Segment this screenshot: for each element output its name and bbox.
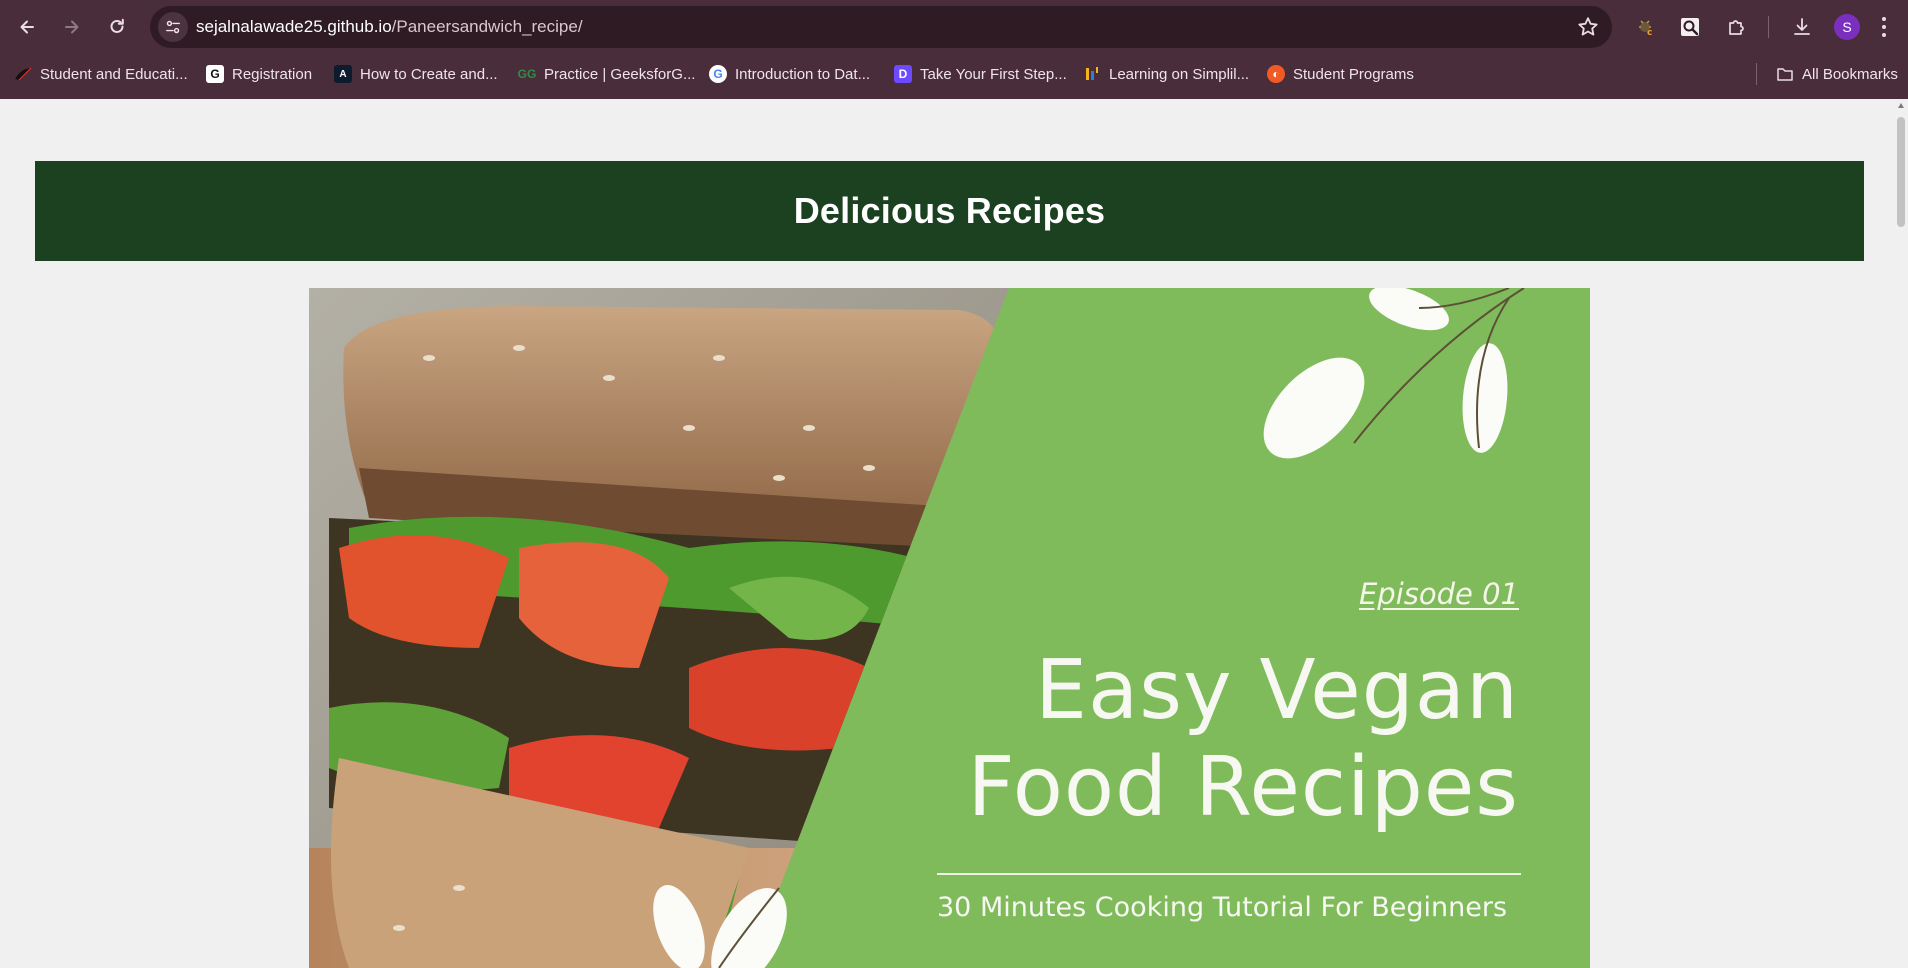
simplilearn-favicon bbox=[1083, 65, 1101, 83]
search-lens-icon bbox=[1681, 18, 1699, 36]
url-host: sejalnalawade25.github.io bbox=[196, 17, 392, 36]
bookmark-how-to-create[interactable]: A How to Create and... bbox=[334, 62, 498, 86]
bookmark-student-education[interactable]: Student and Educati... bbox=[14, 62, 188, 86]
search-lens-button[interactable] bbox=[1676, 13, 1704, 41]
toolbar-separator bbox=[1768, 16, 1769, 38]
site-info-icon bbox=[166, 20, 180, 34]
forward-button[interactable] bbox=[56, 11, 88, 43]
bookmark-label: Introduction to Dat... bbox=[735, 65, 871, 83]
hero-title-line2: Food Recipes bbox=[967, 740, 1519, 835]
hero-banner: Episode 01 Easy Vegan Food Recipes 30 Mi… bbox=[309, 288, 1590, 968]
star-icon[interactable] bbox=[1576, 15, 1600, 39]
bookmark-introduction-data[interactable]: G Introduction to Dat... bbox=[709, 62, 870, 86]
gfg-favicon: GG bbox=[517, 67, 537, 81]
hero-subtitle: 30 Minutes Cooking Tutorial For Beginner… bbox=[937, 892, 1508, 923]
student-programs-favicon: ◐ bbox=[1267, 65, 1285, 83]
sandwich-photo bbox=[309, 288, 1525, 968]
puzzle-button[interactable] bbox=[1722, 13, 1750, 41]
google-favicon: G bbox=[709, 65, 727, 83]
bookmark-label: Student and Educati... bbox=[40, 65, 188, 83]
all-bookmarks[interactable]: All Bookmarks bbox=[1776, 62, 1898, 86]
kebab-menu-icon[interactable] bbox=[1878, 14, 1890, 40]
profile-avatar[interactable]: S bbox=[1834, 14, 1860, 40]
download-button[interactable] bbox=[1788, 13, 1816, 41]
bookmark-registration[interactable]: G Registration bbox=[206, 62, 312, 86]
extension-icon: c bbox=[1639, 20, 1652, 38]
episode-label: Episode 01 bbox=[1358, 577, 1519, 611]
site-header: Delicious Recipes bbox=[35, 161, 1864, 261]
page-scrollbar[interactable] bbox=[1894, 99, 1908, 968]
svg-text:c: c bbox=[1647, 28, 1652, 38]
bookmark-label: How to Create and... bbox=[360, 65, 498, 83]
url-text[interactable]: sejalnalawade25.github.io/Paneersandwich… bbox=[196, 17, 583, 37]
bookmarks-bar: Student and Educati... G Registration A … bbox=[0, 58, 1908, 90]
bookmark-geeksforgeeks[interactable]: GG Practice | GeeksforG... bbox=[517, 62, 696, 86]
bookmark-label: Practice | GeeksforG... bbox=[544, 65, 696, 83]
page-title: Delicious Recipes bbox=[793, 190, 1106, 231]
folder-icon bbox=[1776, 65, 1794, 83]
reload-button[interactable] bbox=[101, 11, 133, 43]
browser-toolbar: sejalnalawade25.github.io/Paneersandwich… bbox=[0, 0, 1908, 54]
bookmark-student-programs[interactable]: ◐ Student Programs bbox=[1267, 62, 1414, 86]
g-favicon: G bbox=[206, 65, 224, 83]
back-button[interactable] bbox=[11, 11, 43, 43]
bookmark-label: Student Programs bbox=[1293, 65, 1414, 83]
student-favicon bbox=[14, 65, 32, 83]
scroll-thumb[interactable] bbox=[1897, 117, 1905, 227]
hero-divider bbox=[937, 873, 1521, 875]
hero-title-line1: Easy Vegan bbox=[1035, 643, 1519, 738]
address-bar[interactable]: sejalnalawade25.github.io/Paneersandwich… bbox=[150, 6, 1612, 48]
bookmark-label: Learning on Simplil... bbox=[1109, 65, 1250, 83]
url-path: /Paneersandwich_recipe/ bbox=[391, 17, 583, 36]
forward-icon bbox=[65, 20, 79, 34]
back-icon bbox=[20, 20, 34, 34]
browser-chrome: sejalnalawade25.github.io/Paneersandwich… bbox=[0, 0, 1908, 99]
site-info-button[interactable] bbox=[158, 12, 188, 42]
puzzle-icon bbox=[1729, 20, 1744, 35]
d-favicon: D bbox=[894, 65, 912, 83]
scroll-up-icon[interactable] bbox=[1898, 103, 1904, 108]
web-page: Delicious Recipes Episode 01 Easy Vegan … bbox=[0, 99, 1908, 968]
bookmark-label: Take Your First Step... bbox=[920, 65, 1067, 83]
download-icon bbox=[1794, 18, 1810, 35]
bookmark-label: Registration bbox=[232, 65, 313, 83]
angular-favicon: A bbox=[334, 65, 352, 83]
bookmark-first-step[interactable]: D Take Your First Step... bbox=[894, 62, 1067, 86]
all-bookmarks-label: All Bookmarks bbox=[1802, 65, 1898, 83]
bookmark-simplilearn[interactable]: Learning on Simplil... bbox=[1083, 62, 1249, 86]
bookmarks-separator bbox=[1756, 63, 1757, 85]
extension-button[interactable]: c bbox=[1632, 13, 1660, 41]
reload-icon bbox=[110, 18, 124, 33]
